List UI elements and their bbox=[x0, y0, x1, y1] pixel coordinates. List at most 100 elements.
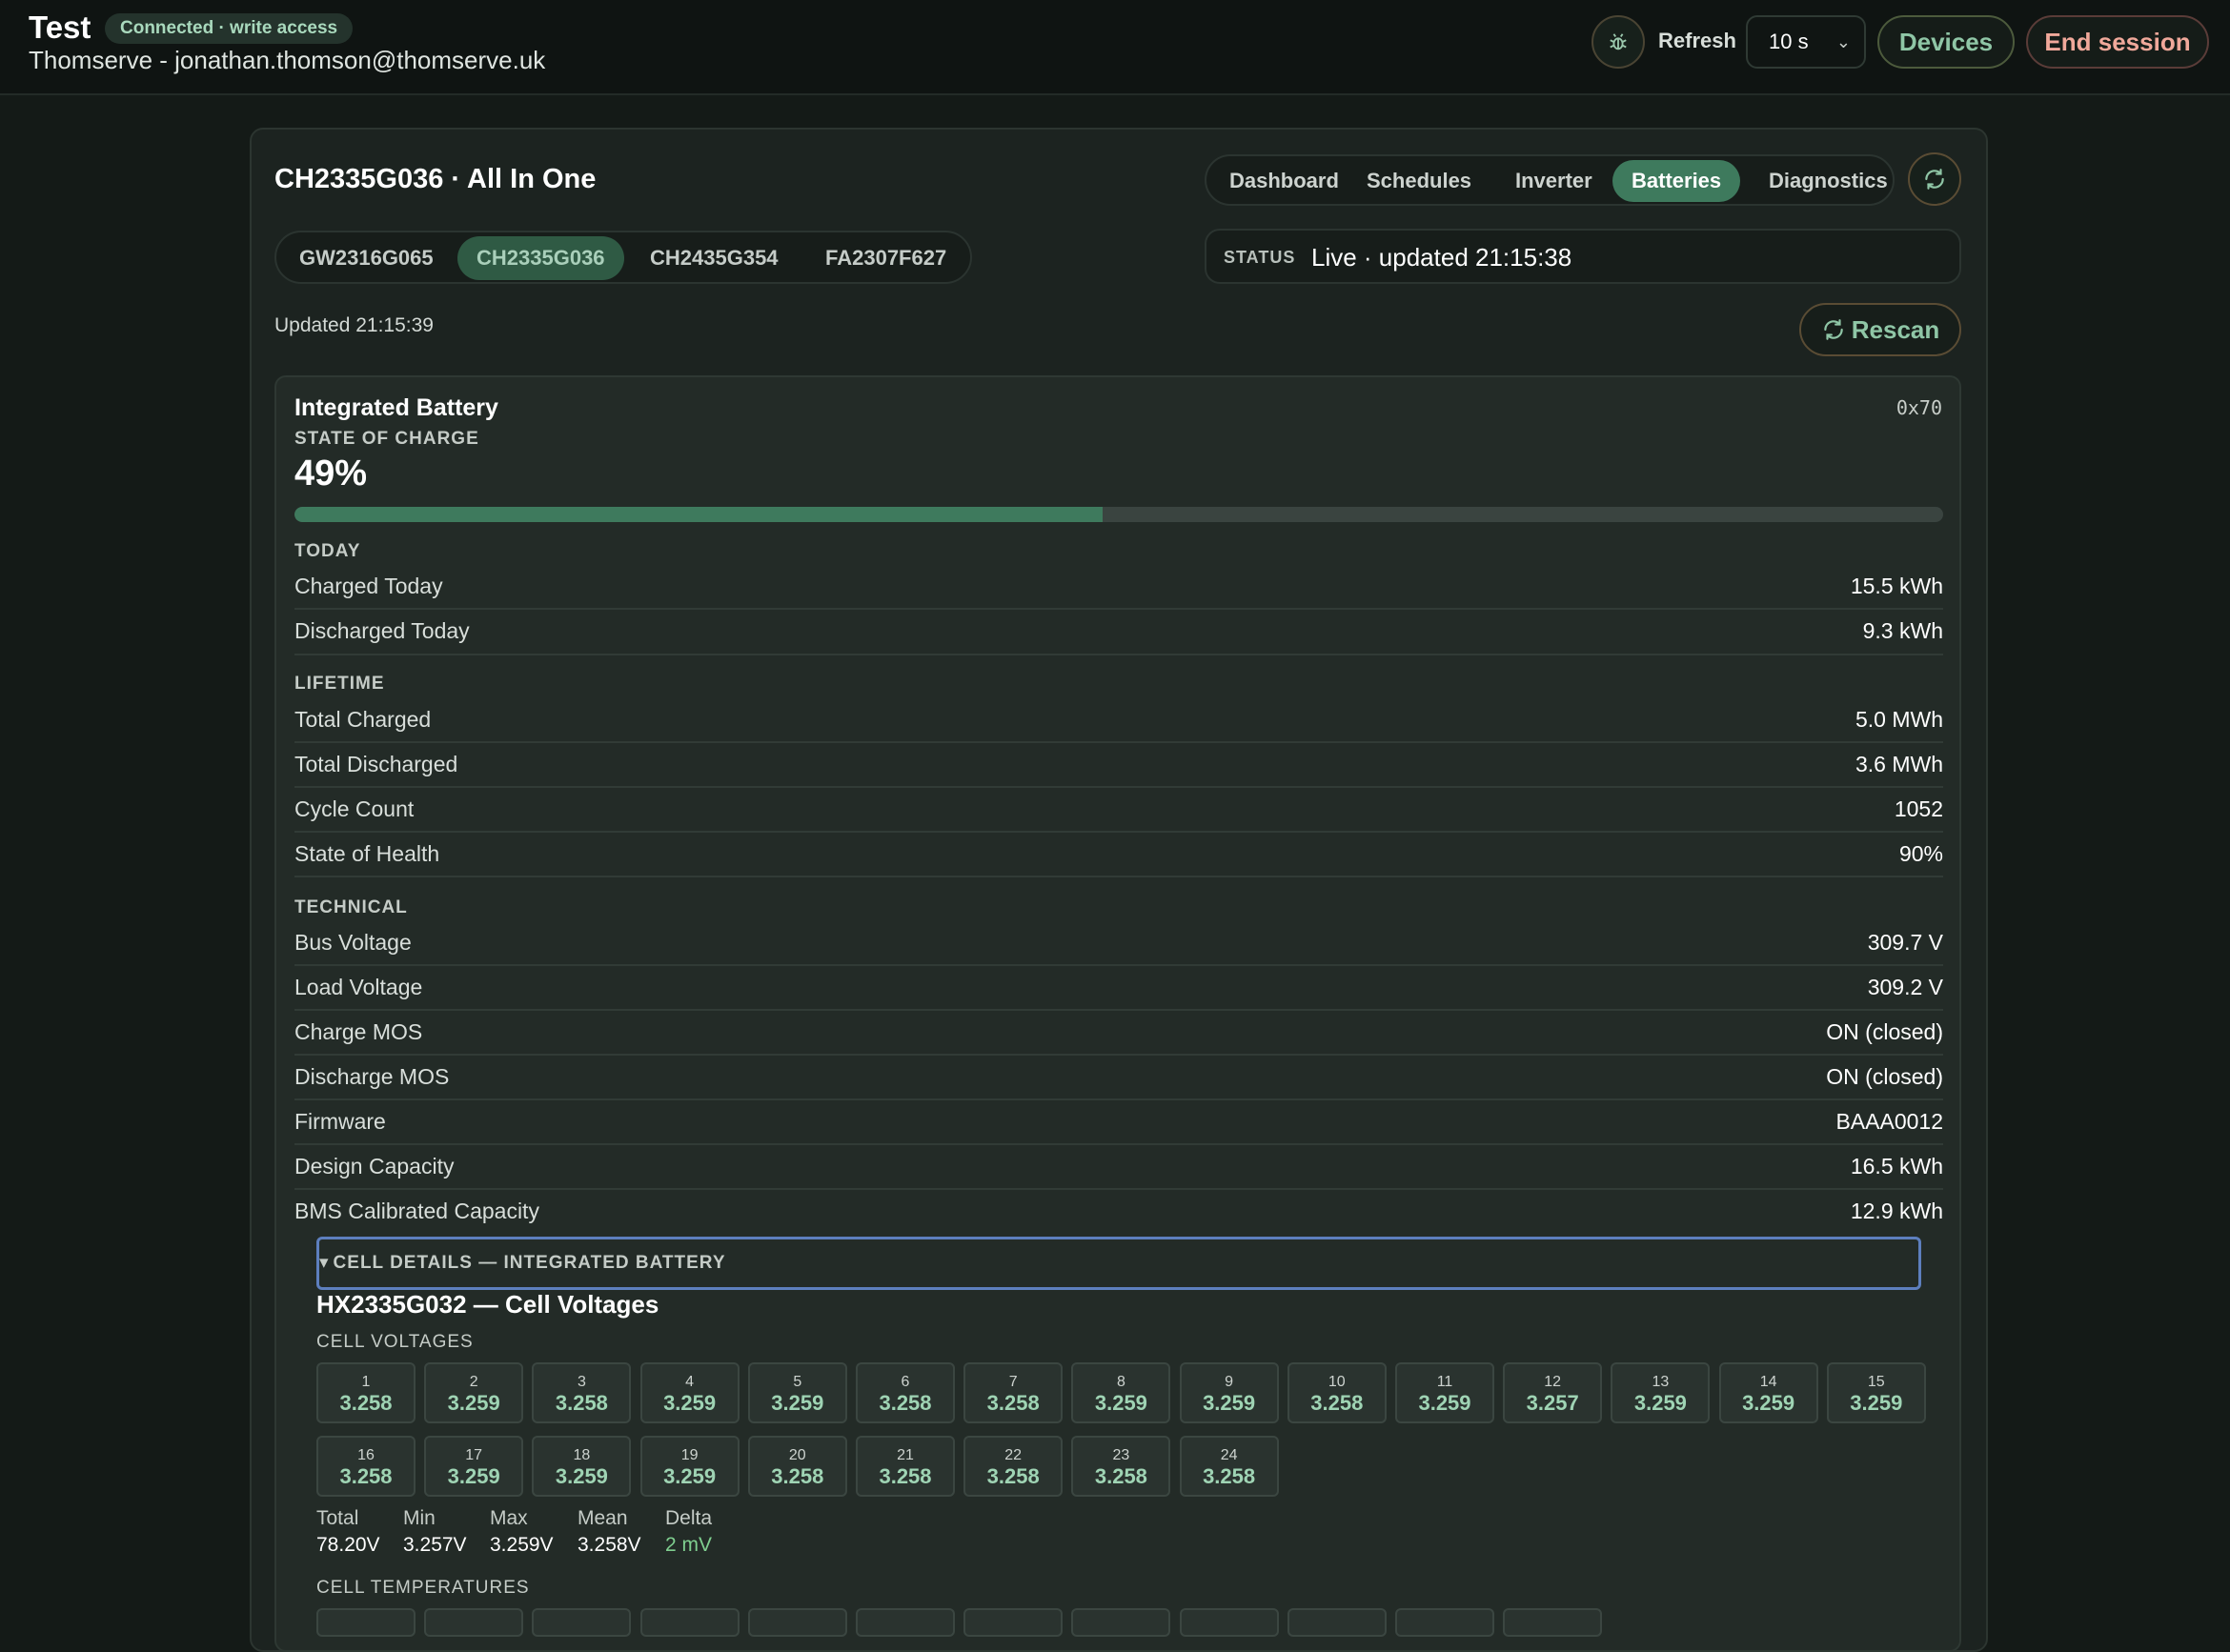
cell-number: 7 bbox=[1008, 1374, 1018, 1390]
cell-voltage-value: 3.259 bbox=[1203, 1391, 1256, 1415]
refresh-label: Refresh bbox=[1658, 29, 1736, 52]
status-key: STATUS bbox=[1224, 248, 1296, 267]
tab-diagnostics[interactable]: Diagnostics bbox=[1750, 160, 1907, 202]
device-tab-ch2335g036[interactable]: CH2335G036 bbox=[457, 236, 624, 280]
section-heading-today: TODAY bbox=[294, 541, 361, 561]
cell-voltage-tile: 8 3.259 bbox=[1071, 1362, 1171, 1423]
stat-value: 16.5 kWh bbox=[1850, 1154, 1943, 1179]
tab-inverter[interactable]: Inverter bbox=[1496, 160, 1612, 202]
cell-stat-total: Total 78.20V bbox=[316, 1507, 380, 1557]
cell-voltage-value: 3.258 bbox=[555, 1391, 608, 1415]
device-tab-gw2316g065[interactable]: GW2316G065 bbox=[280, 236, 453, 280]
cell-number: 4 bbox=[685, 1374, 695, 1390]
debug-button[interactable] bbox=[1591, 15, 1645, 69]
status-box: STATUS Live · updated 21:15:38 bbox=[1205, 229, 1961, 284]
cell-number: 15 bbox=[1867, 1374, 1885, 1390]
stat-value: 9.3 kWh bbox=[1862, 618, 1943, 643]
device-tab-ch2435g354[interactable]: CH2435G354 bbox=[631, 236, 798, 280]
stat-label: Discharged Today bbox=[294, 618, 470, 643]
stat-value: 309.2 V bbox=[1867, 975, 1943, 999]
cell-stat-value: 2 mV bbox=[665, 1534, 713, 1556]
cell-voltage-tile: 19 3.259 bbox=[639, 1436, 740, 1497]
cell-number: 11 bbox=[1436, 1374, 1453, 1390]
cell-number: 17 bbox=[465, 1447, 483, 1463]
cell-voltage-value: 3.259 bbox=[555, 1464, 608, 1488]
end-session-button[interactable]: End session bbox=[2026, 15, 2209, 69]
cell-stat-label: Min bbox=[403, 1507, 436, 1529]
cell-stat-value: 3.257V bbox=[403, 1534, 467, 1556]
rescan-button[interactable]: Rescan bbox=[1799, 303, 1961, 356]
cell-temperature-tile bbox=[963, 1608, 1064, 1637]
cell-voltage-tile: 10 3.258 bbox=[1287, 1362, 1387, 1423]
cell-number: 23 bbox=[1112, 1447, 1130, 1463]
sync-button[interactable] bbox=[1908, 152, 1961, 206]
chevron-down-icon: ⌄ bbox=[1835, 32, 1851, 51]
devices-button[interactable]: Devices bbox=[1877, 15, 2015, 69]
cell-number: 14 bbox=[1759, 1374, 1777, 1390]
cell-voltage-tile: 14 3.259 bbox=[1718, 1362, 1818, 1423]
stat-label: State of Health bbox=[294, 841, 440, 866]
stat-label: Total Charged bbox=[294, 707, 432, 732]
triangle-down-icon: ▾ bbox=[319, 1253, 330, 1273]
stat-label: Total Discharged bbox=[294, 752, 458, 776]
cell-number: 9 bbox=[1225, 1374, 1234, 1390]
cell-number: 12 bbox=[1544, 1374, 1562, 1390]
cell-stat-value: 3.258V bbox=[578, 1534, 641, 1556]
cell-details-summary: CELL DETAILS — INTEGRATED BATTERY bbox=[333, 1253, 726, 1273]
cell-details-toggle[interactable]: ▾ CELL DETAILS — INTEGRATED BATTERY bbox=[316, 1237, 1921, 1290]
stat-value: BAAA0012 bbox=[1835, 1109, 1943, 1134]
stat-row: Load Voltage 309.2 V bbox=[294, 967, 1943, 1011]
cell-number: 1 bbox=[361, 1374, 371, 1390]
cell-number: 5 bbox=[793, 1374, 802, 1390]
refresh-icon bbox=[1925, 169, 1944, 190]
refresh-interval-select[interactable]: 10 s ⌄ bbox=[1746, 15, 1866, 69]
cell-number: 19 bbox=[680, 1447, 699, 1463]
tab-batteries[interactable]: Batteries bbox=[1612, 160, 1741, 202]
stat-label: Discharge MOS bbox=[294, 1064, 450, 1089]
cell-voltage-value: 3.259 bbox=[447, 1464, 500, 1488]
cell-voltage-tile: 24 3.258 bbox=[1179, 1436, 1279, 1497]
top-bar: Test Connected · write access Thomserve … bbox=[0, 0, 2230, 95]
cell-temperature-tile bbox=[1503, 1608, 1603, 1637]
tab-dashboard[interactable]: Dashboard bbox=[1210, 160, 1358, 202]
cell-voltage-value: 3.259 bbox=[771, 1391, 824, 1415]
cell-voltage-tile: 6 3.258 bbox=[856, 1362, 955, 1423]
cell-voltage-tile: 4 3.259 bbox=[639, 1362, 740, 1423]
stat-value: 5.0 MWh bbox=[1855, 707, 1943, 732]
status-value: Live · updated 21:15:38 bbox=[1311, 243, 1572, 272]
soc-progress-fill bbox=[294, 507, 1103, 522]
cell-voltage-value: 3.259 bbox=[663, 1464, 717, 1488]
device-tab-fa2307f627[interactable]: FA2307F627 bbox=[806, 236, 965, 280]
cell-temperature-tile bbox=[1179, 1608, 1279, 1637]
stat-value: ON (closed) bbox=[1826, 1064, 1943, 1089]
cell-stat-delta: Delta 2 mV bbox=[665, 1507, 712, 1557]
cell-voltage-value: 3.258 bbox=[1094, 1464, 1147, 1488]
cell-number: 6 bbox=[901, 1374, 910, 1390]
cell-voltage-tile: 20 3.258 bbox=[747, 1436, 847, 1497]
stat-row: Total Discharged 3.6 MWh bbox=[294, 744, 1943, 788]
cell-voltage-tile: 2 3.259 bbox=[424, 1362, 524, 1423]
cell-voltage-value: 3.258 bbox=[1203, 1464, 1256, 1488]
cell-voltage-value: 3.258 bbox=[339, 1464, 393, 1488]
stat-row: Cycle Count 1052 bbox=[294, 789, 1943, 833]
device-nav-tabs: Dashboard Schedules Inverter Batteries D… bbox=[1205, 154, 1895, 206]
stat-value: 3.6 MWh bbox=[1855, 752, 1943, 776]
section-heading-technical: TECHNICAL bbox=[294, 897, 408, 917]
cell-number: 20 bbox=[788, 1447, 806, 1463]
cell-number: 18 bbox=[573, 1447, 591, 1463]
stat-value: 12.9 kWh bbox=[1850, 1199, 1943, 1223]
soc-progress-bar bbox=[294, 507, 1943, 522]
tab-schedules[interactable]: Schedules bbox=[1348, 160, 1490, 202]
stat-row: Discharged Today 9.3 kWh bbox=[294, 611, 1943, 655]
cell-voltage-tile: 5 3.259 bbox=[747, 1362, 847, 1423]
cell-temperature-tile bbox=[639, 1608, 740, 1637]
battery-address: 0x70 bbox=[1896, 396, 1942, 419]
rescan-label: Rescan bbox=[1851, 315, 1940, 344]
cell-number: 21 bbox=[897, 1447, 914, 1463]
cell-temperature-tile bbox=[856, 1608, 955, 1637]
cell-number: 8 bbox=[1116, 1374, 1125, 1390]
cell-voltage-tile: 16 3.258 bbox=[316, 1436, 416, 1497]
cell-voltage-value: 3.259 bbox=[1094, 1391, 1147, 1415]
cell-voltage-value: 3.259 bbox=[663, 1391, 717, 1415]
cell-voltage-value: 3.258 bbox=[986, 1391, 1040, 1415]
